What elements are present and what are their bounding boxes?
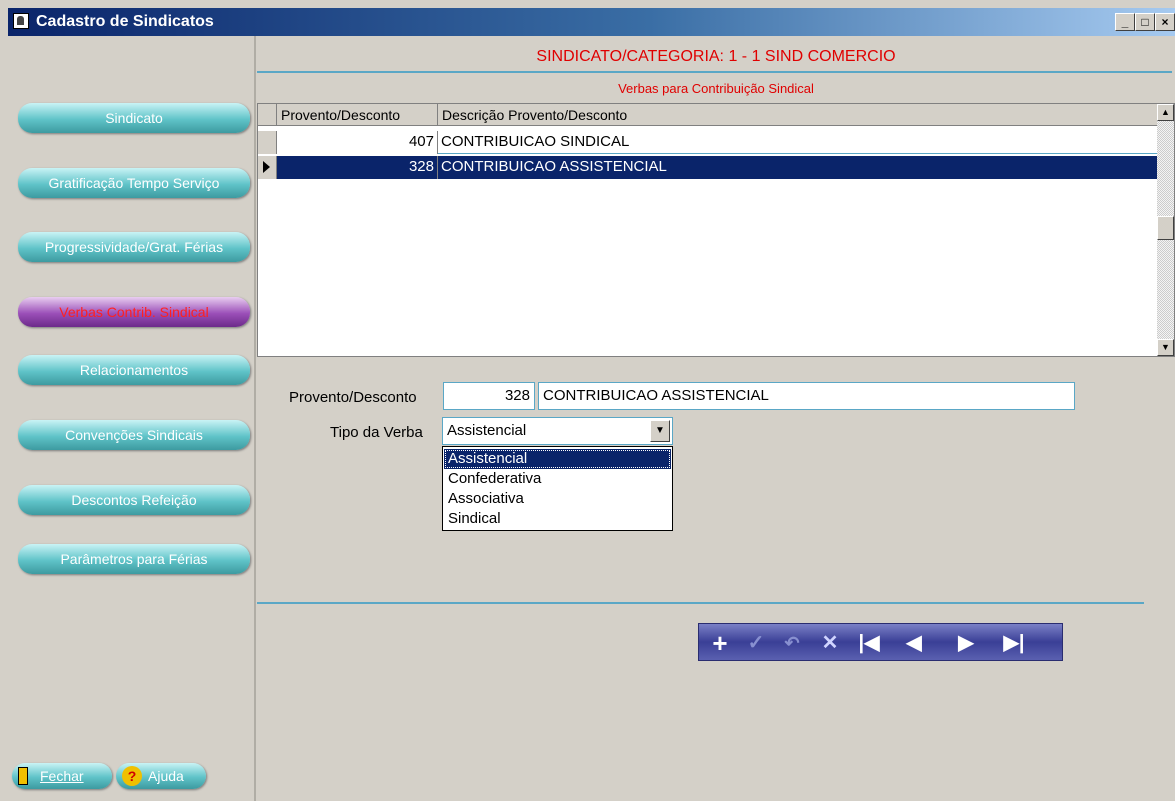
tipo-verba-dropdown[interactable]: Assistencial Confederativa Associativa S…: [442, 446, 673, 531]
ajuda-label: Ajuda: [148, 768, 184, 784]
dropdown-option[interactable]: Sindical: [444, 509, 501, 529]
sidebar-item-verbas[interactable]: Verbas Contrib. Sindical: [18, 297, 250, 327]
help-icon: ?: [122, 766, 142, 786]
sidebar-item-convencoes[interactable]: Convenções Sindicais: [18, 420, 250, 450]
verbas-subtitle: Verbas para Contribuição Sindical: [618, 81, 814, 96]
verbas-grid[interactable]: Provento/Desconto Descrição Provento/Des…: [257, 103, 1175, 357]
maximize-button[interactable]: □: [1135, 13, 1155, 31]
column-header-desc[interactable]: Descrição Provento/Desconto: [438, 104, 1158, 126]
title-bar: Cadastro de Sindicatos _ □ ×: [8, 8, 1175, 36]
scroll-up-icon[interactable]: ▲: [1157, 104, 1174, 121]
table-row-selected[interactable]: 328 CONTRIBUICAO ASSISTENCIAL: [258, 156, 1158, 180]
window-title: Cadastro de Sindicatos: [36, 13, 214, 30]
app-icon: [13, 13, 29, 29]
tipo-verba-label: Tipo da Verba: [330, 424, 423, 441]
sidebar-item-relacionamentos[interactable]: Relacionamentos: [18, 355, 250, 385]
provento-label: Provento/Desconto: [289, 389, 417, 406]
cancel-icon[interactable]: ✕: [815, 630, 845, 656]
row-code: 328: [277, 156, 438, 179]
grid-scrollbar[interactable]: ▲ ▼: [1157, 104, 1174, 356]
provento-code-field[interactable]: 328: [443, 382, 535, 410]
dropdown-option[interactable]: Assistencial: [444, 449, 671, 469]
chevron-down-icon[interactable]: ▼: [650, 420, 670, 442]
header-divider: [257, 71, 1172, 73]
column-header-code[interactable]: Provento/Desconto: [277, 104, 438, 126]
row-desc: CONTRIBUICAO ASSISTENCIAL: [438, 156, 1158, 179]
minimize-button[interactable]: _: [1115, 13, 1135, 31]
sidebar-item-sindicato[interactable]: Sindicato: [18, 103, 250, 133]
scroll-thumb[interactable]: [1157, 216, 1174, 240]
sidebar-item-descontos[interactable]: Descontos Refeição: [18, 485, 250, 515]
first-icon[interactable]: |◀: [854, 630, 884, 656]
dropdown-option[interactable]: Confederativa: [444, 469, 541, 489]
row-indicator: [258, 131, 277, 154]
sidebar-item-gratificacao[interactable]: Gratificação Tempo Serviço: [18, 168, 250, 198]
scroll-down-icon[interactable]: ▼: [1157, 339, 1174, 356]
fechar-label: Fechar: [40, 768, 84, 784]
table-row[interactable]: 407 CONTRIBUICAO SINDICAL: [258, 131, 1158, 155]
tipo-verba-select[interactable]: Assistencial ▼: [442, 417, 673, 445]
current-row-icon: [263, 161, 270, 173]
last-icon[interactable]: ▶|: [999, 630, 1029, 656]
tipo-verba-value: Assistencial: [447, 422, 527, 439]
nav-toolbar: + ✓ ↶ ✕ |◀ ◀ ▶ ▶|: [698, 623, 1063, 661]
sidebar-divider: [254, 36, 256, 801]
row-desc: CONTRIBUICAO SINDICAL: [438, 131, 1158, 154]
next-icon[interactable]: ▶: [951, 630, 981, 656]
sindicato-header: SINDICATO/CATEGORIA: 1 - 1 SIND COMERCIO: [536, 48, 896, 65]
sidebar: Sindicato Gratificação Tempo Serviço Pro…: [8, 36, 254, 801]
form-divider: [257, 602, 1144, 604]
fechar-button[interactable]: Fechar: [12, 763, 112, 789]
check-icon[interactable]: ✓: [741, 630, 771, 656]
sidebar-item-parametros[interactable]: Parâmetros para Férias: [18, 544, 250, 574]
row-code: 407: [277, 131, 438, 154]
plus-icon[interactable]: +: [705, 630, 735, 656]
door-icon: [18, 767, 28, 785]
undo-icon[interactable]: ↶: [777, 630, 807, 656]
close-button[interactable]: ×: [1155, 13, 1175, 31]
provento-desc-field[interactable]: CONTRIBUICAO ASSISTENCIAL: [538, 382, 1075, 410]
sidebar-item-progressividade[interactable]: Progressividade/Grat. Férias: [18, 232, 250, 262]
prev-icon[interactable]: ◀: [899, 630, 929, 656]
dropdown-option[interactable]: Associativa: [444, 489, 524, 509]
row-indicator: [258, 156, 277, 179]
ajuda-button[interactable]: ? Ajuda: [116, 763, 206, 789]
grid-indicator-header: [258, 104, 277, 126]
